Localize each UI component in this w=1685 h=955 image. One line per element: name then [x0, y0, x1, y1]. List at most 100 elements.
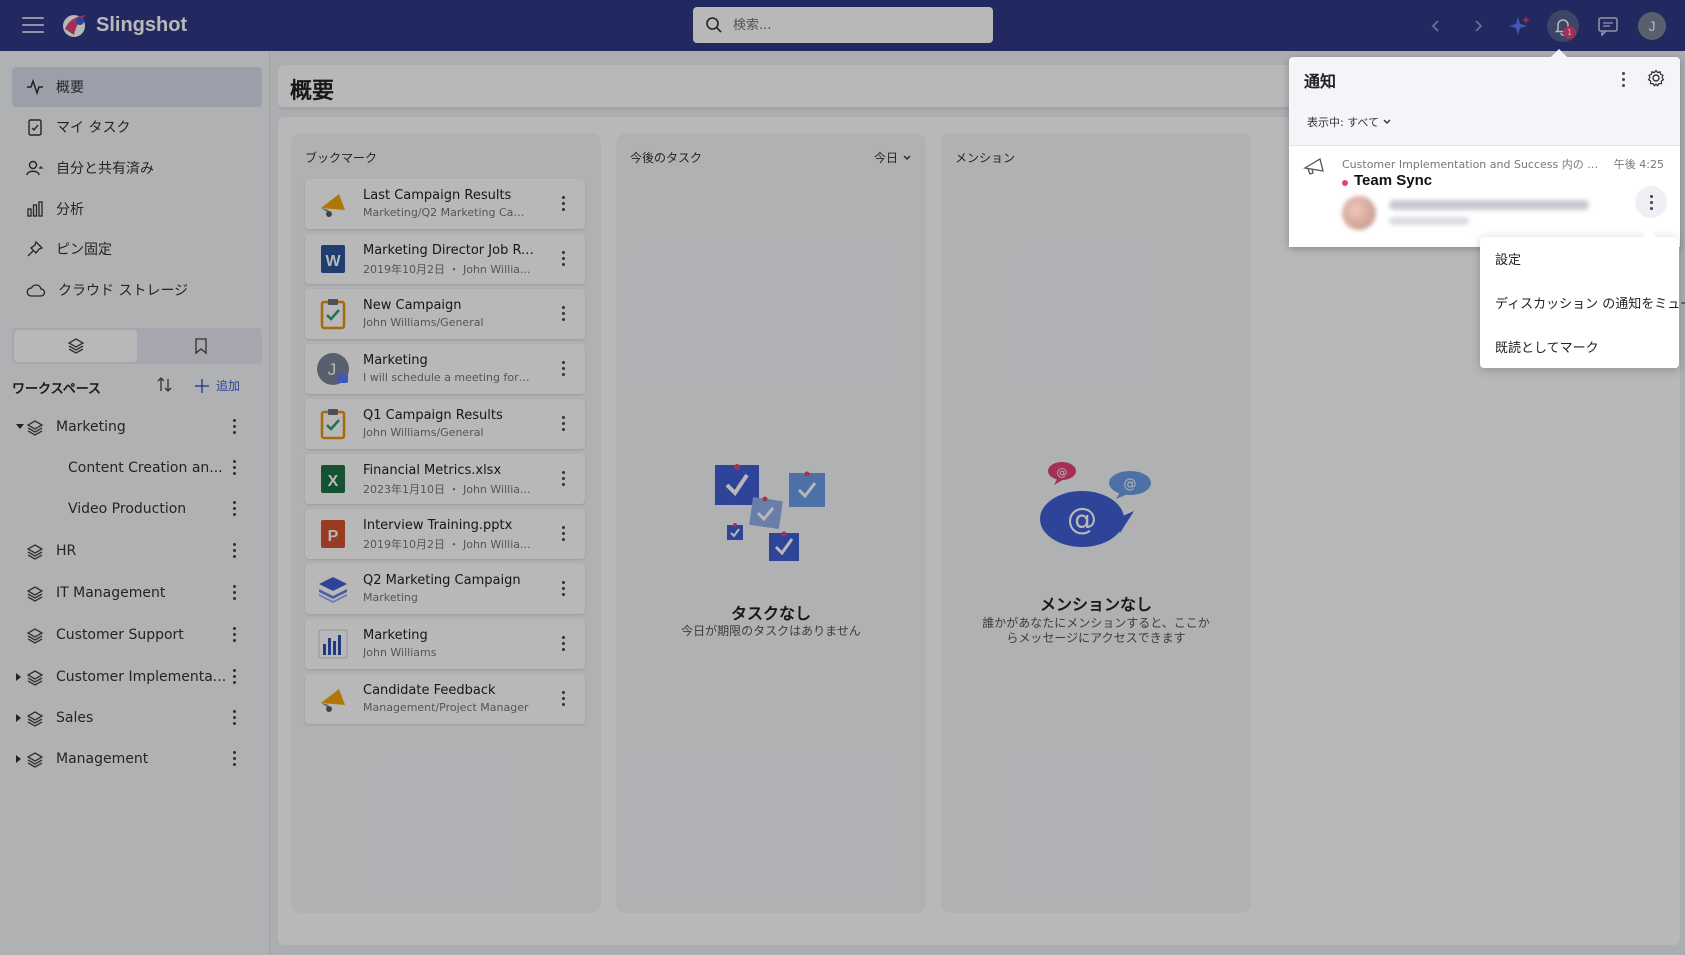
notification-time: 午後 4:25: [1613, 158, 1664, 171]
svg-text:J: J: [328, 360, 337, 379]
tab-bookmarks[interactable]: [139, 328, 262, 364]
menu-icon[interactable]: [22, 15, 44, 35]
notification-filter-dropdown[interactable]: 表示中: すべて: [1307, 114, 1392, 130]
bookmark-name: Candidate Feedback: [363, 683, 496, 698]
app-logo[interactable]: Slingshot: [60, 11, 187, 39]
expand-caret-icon[interactable]: [16, 755, 21, 763]
workspace-item-it-management[interactable]: IT Management: [12, 576, 262, 612]
menu-item-mark-read[interactable]: 既読としてマーク: [1495, 337, 1599, 356]
notifications-button[interactable]: 1: [1547, 10, 1579, 42]
blurred-preview: [1389, 200, 1589, 210]
bookmark-item[interactable]: J Marketing I will schedule a meeting fo…: [305, 344, 585, 394]
layers-icon: [26, 752, 44, 768]
more-options-icon[interactable]: [557, 636, 569, 651]
more-options-icon[interactable]: [228, 669, 240, 684]
more-options-icon[interactable]: [228, 501, 240, 516]
nav-item-overview[interactable]: 概要: [12, 67, 262, 107]
more-options-icon[interactable]: [557, 251, 569, 266]
bookmark-item[interactable]: New Campaign John Williams/General: [305, 289, 585, 339]
more-options-icon[interactable]: [228, 585, 240, 600]
notification-more-button[interactable]: [1635, 186, 1667, 218]
nav-label: 概要: [56, 80, 84, 96]
svg-text:W: W: [325, 253, 341, 270]
more-options-icon[interactable]: [228, 751, 240, 766]
bookmark-item[interactable]: Candidate Feedback Management/Project Ma…: [305, 674, 585, 724]
notifications-panel: 通知 表示中: すべて Customer Implementation and …: [1289, 49, 1680, 247]
bookmark-name: New Campaign: [363, 298, 462, 313]
nav-label: 分析: [56, 202, 84, 218]
menu-item-settings[interactable]: 設定: [1495, 249, 1521, 268]
more-options-icon[interactable]: [228, 627, 240, 642]
bookmark-item[interactable]: W Marketing Director Job Ro... 2019年10月2…: [305, 234, 585, 284]
more-options-icon[interactable]: [228, 460, 240, 475]
bookmark-path: 2019年10月2日 ・ John Willia...: [363, 263, 531, 276]
workspace-item-hr[interactable]: HR: [12, 534, 262, 570]
menu-item-mute-discussion[interactable]: ディスカッション の通知をミュート: [1495, 293, 1685, 312]
more-options-icon[interactable]: [557, 196, 569, 211]
expand-caret-icon[interactable]: [16, 424, 24, 429]
bookmark-item[interactable]: X Financial Metrics.xlsx 2023年1月10日 ・ Jo…: [305, 454, 585, 504]
back-button[interactable]: [1420, 10, 1452, 42]
svg-text:@: @: [1124, 477, 1137, 492]
tab-workspaces[interactable]: [14, 330, 137, 362]
more-options-icon[interactable]: [557, 361, 569, 376]
more-options-icon[interactable]: [557, 416, 569, 431]
gear-icon[interactable]: [1647, 69, 1665, 87]
workspace-item-marketing[interactable]: Marketing: [12, 410, 262, 446]
megaphone-icon: [321, 689, 345, 712]
nav-item-pinned[interactable]: ピン固定: [12, 229, 262, 269]
bookmark-item[interactable]: Marketing John Williams: [305, 619, 585, 669]
forward-button[interactable]: [1462, 10, 1494, 42]
bookmark-name: Financial Metrics.xlsx: [363, 463, 502, 478]
workspace-label: Marketing: [56, 419, 126, 435]
clipboard-check-icon: [320, 409, 346, 440]
expand-caret-icon[interactable]: [16, 673, 21, 681]
workspace-title: ワークスペース: [12, 381, 102, 397]
nav-item-cloud-storage[interactable]: クラウド ストレージ: [12, 270, 262, 310]
search-icon: [706, 17, 722, 33]
workspace-item-video-production[interactable]: Video Production: [12, 492, 262, 528]
word-document-icon: W: [321, 245, 345, 273]
nav-item-shared[interactable]: 自分と共有済み: [12, 148, 262, 188]
more-options-icon[interactable]: [557, 471, 569, 486]
bookmark-item[interactable]: Last Campaign Results Marketing/Q2 Marke…: [305, 179, 585, 229]
nav-item-analytics[interactable]: 分析: [12, 189, 262, 229]
more-options-icon[interactable]: [557, 306, 569, 321]
workspace-item-customer-implementation[interactable]: Customer Implementa...: [12, 660, 262, 696]
search-input[interactable]: [733, 17, 973, 33]
workspace-item-content-creation[interactable]: Content Creation an...: [12, 451, 262, 487]
workspace-label: IT Management: [56, 585, 166, 601]
bookmark-item[interactable]: Q2 Marketing Campaign Marketing: [305, 564, 585, 614]
more-options-icon[interactable]: [228, 710, 240, 725]
more-options-icon[interactable]: [557, 526, 569, 541]
add-workspace-button[interactable]: 追加: [194, 377, 240, 394]
workspace-header: ワークスペース 追加: [12, 375, 262, 399]
blurred-preview: [1389, 217, 1469, 225]
task-filter-dropdown[interactable]: 今日: [874, 149, 912, 166]
layers-icon: [26, 586, 44, 602]
bookmark-item[interactable]: P Interview Training.pptx 2019年10月2日 ・ J…: [305, 509, 585, 559]
sidebar: 概要 マイ タスク 自分と共有済み 分析 ピン固定 クラウド ストレージ ワーク…: [0, 51, 270, 955]
bookmark-path: Marketing/Q2 Marketing Cam...: [363, 206, 533, 219]
more-options-icon[interactable]: [1617, 72, 1629, 87]
more-options-icon[interactable]: [228, 543, 240, 558]
bookmark-name: Marketing Director Job Ro...: [363, 243, 538, 258]
notification-item[interactable]: Customer Implementation and Success 内の デ…: [1289, 145, 1680, 247]
bookmark-item[interactable]: Q1 Campaign Results John Williams/Genera…: [305, 399, 585, 449]
nav-item-my-tasks[interactable]: マイ タスク: [12, 107, 262, 147]
chat-button[interactable]: [1592, 10, 1624, 42]
workspace-item-customer-support[interactable]: Customer Support: [12, 618, 262, 654]
svg-text:@: @: [1067, 502, 1097, 537]
user-avatar-button[interactable]: J: [1636, 10, 1668, 42]
more-options-icon[interactable]: [557, 691, 569, 706]
dashboard-chart-icon: [318, 629, 348, 659]
workspace-item-sales[interactable]: Sales: [12, 701, 262, 737]
workspace-item-management[interactable]: Management: [12, 742, 262, 778]
bookmark-path: John Williams/General: [363, 316, 484, 329]
more-options-icon[interactable]: [557, 581, 569, 596]
expand-caret-icon[interactable]: [16, 714, 21, 722]
more-options-icon[interactable]: [228, 419, 240, 434]
search-box[interactable]: [693, 7, 993, 43]
ai-sparkle-button[interactable]: [1504, 10, 1536, 42]
sort-icon[interactable]: [154, 375, 174, 395]
